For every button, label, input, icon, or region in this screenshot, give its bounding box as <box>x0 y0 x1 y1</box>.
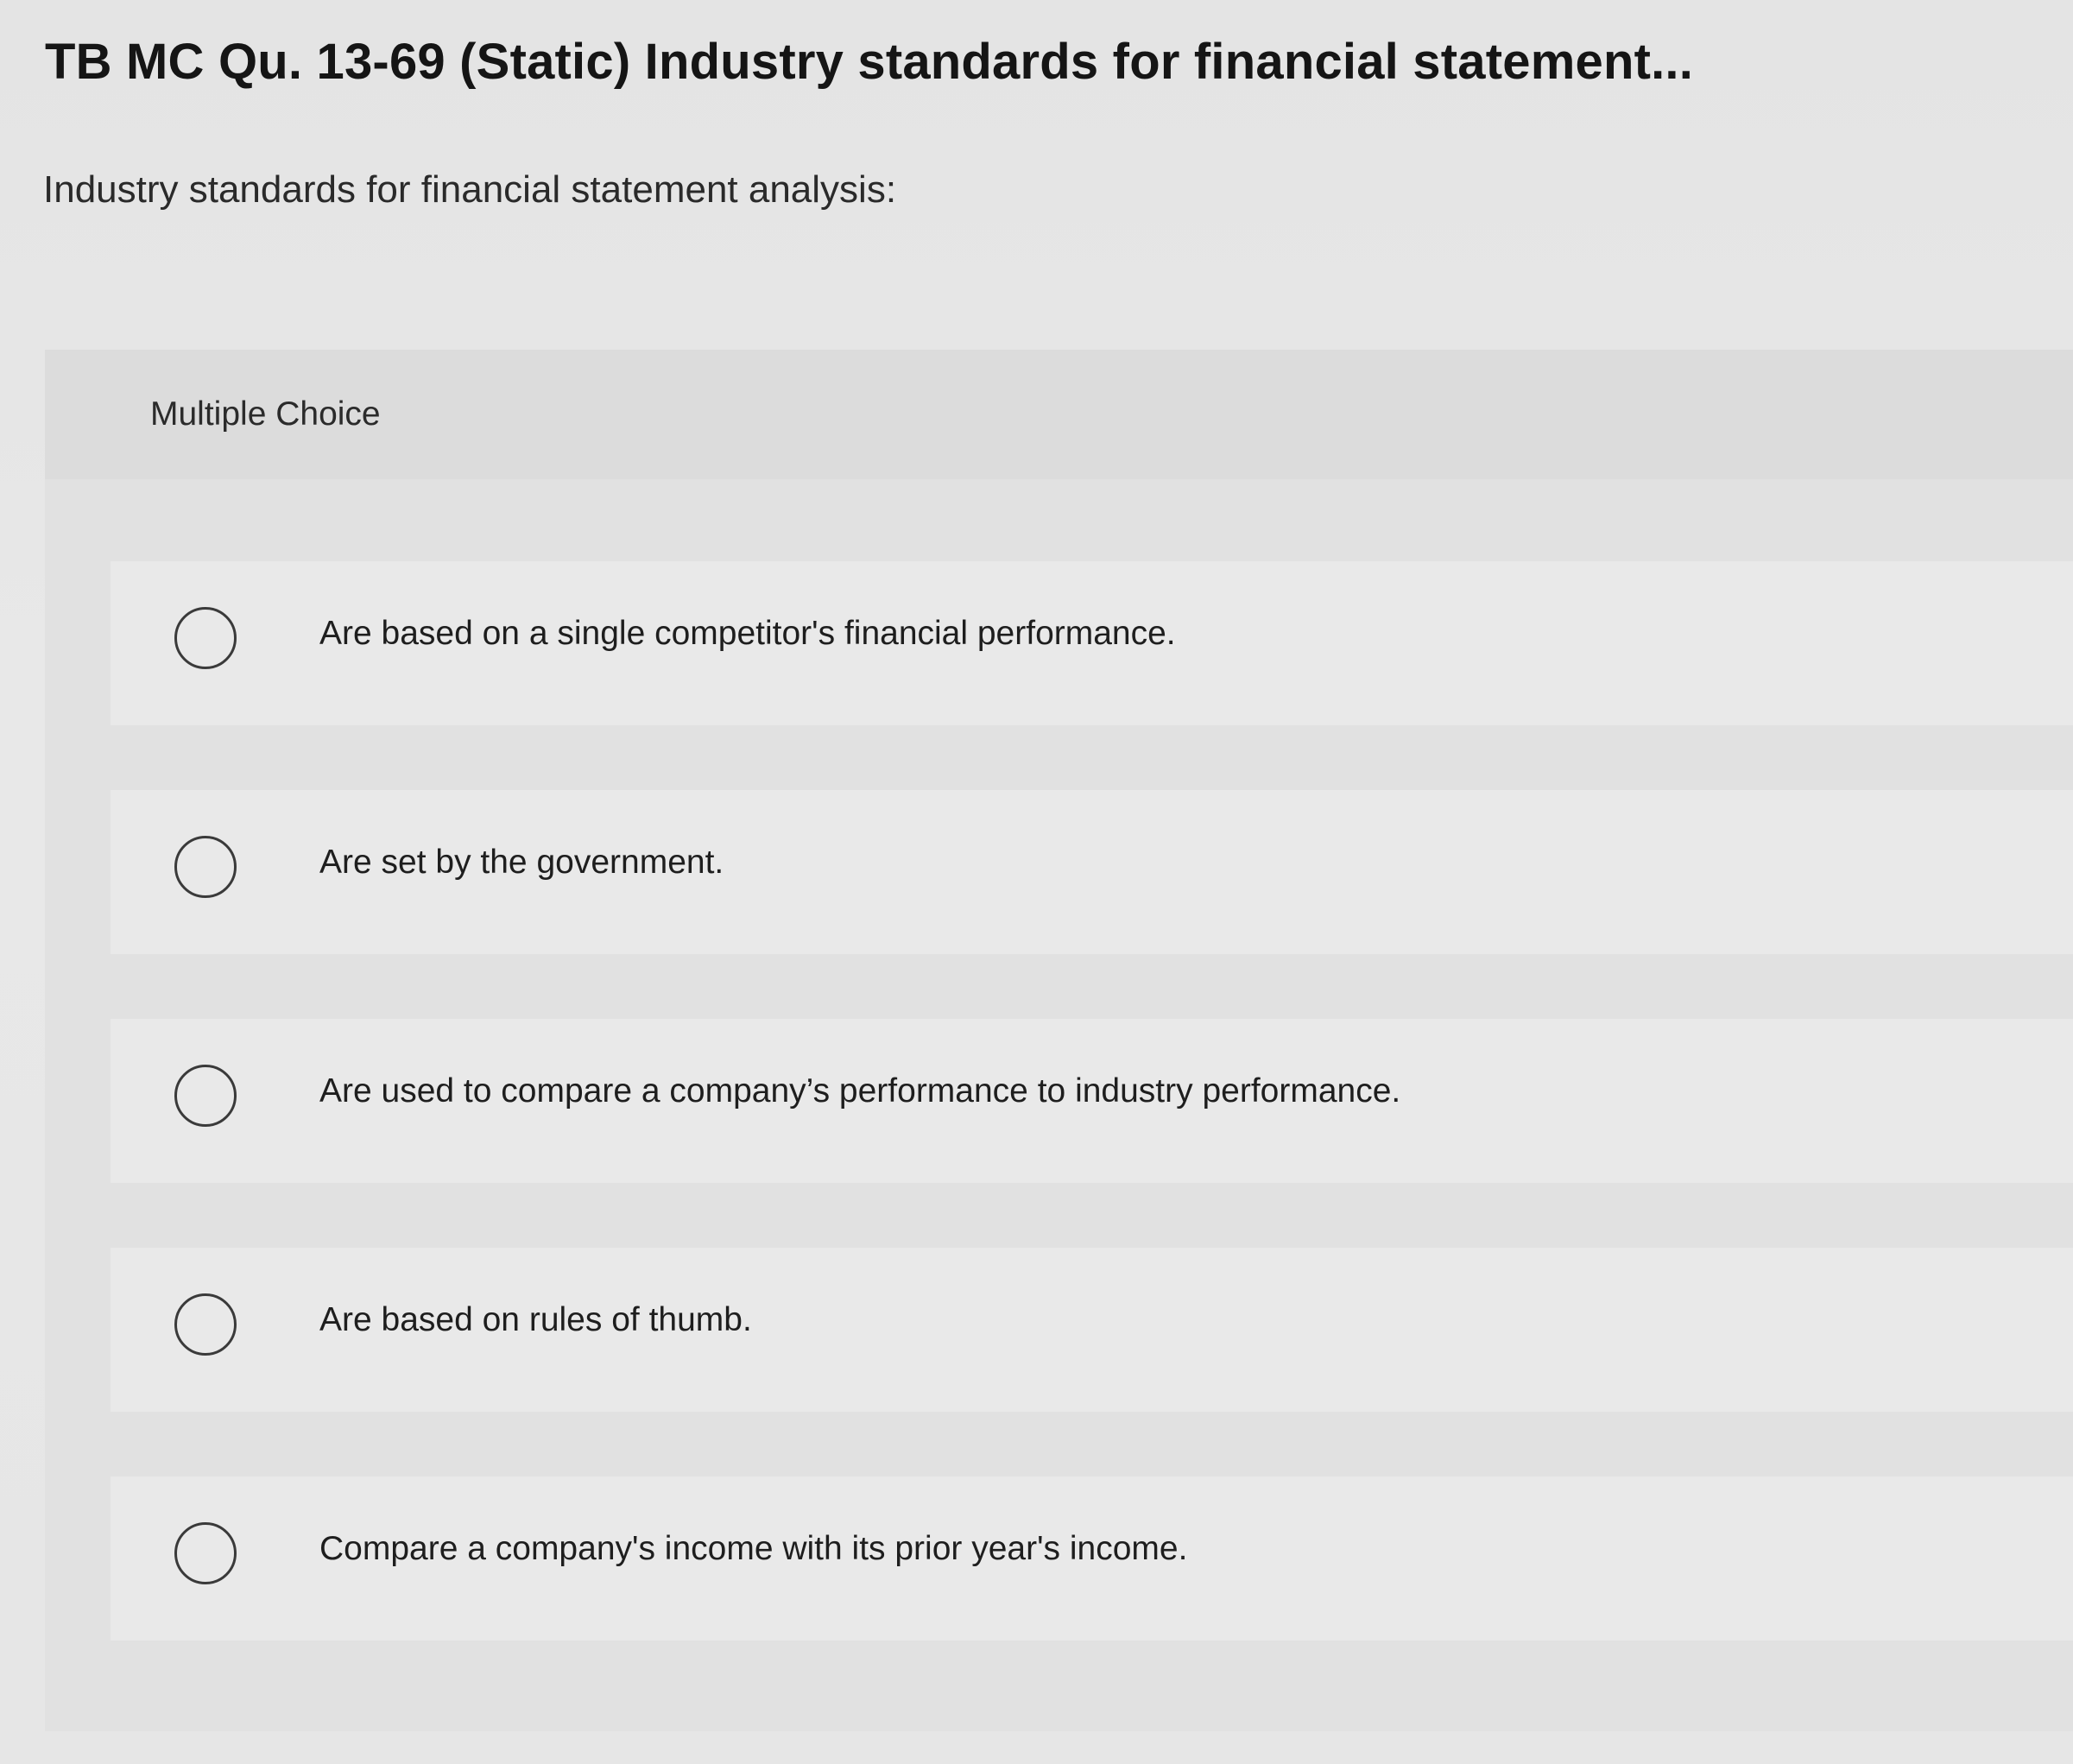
radio-button-icon[interactable] <box>174 836 237 898</box>
question-page: TB MC Qu. 13-69 (Static) Industry standa… <box>0 0 2073 1764</box>
answer-option-3[interactable]: Are used to compare a company’s performa… <box>111 1019 2073 1183</box>
answer-option-label: Are based on a single competitor's finan… <box>319 615 1176 652</box>
radio-button-icon[interactable] <box>174 1293 237 1356</box>
radio-button-icon[interactable] <box>174 607 237 669</box>
multiple-choice-label: Multiple Choice <box>150 395 381 433</box>
answer-option-4[interactable]: Are based on rules of thumb. <box>111 1248 2073 1412</box>
answer-option-label: Are used to compare a company’s performa… <box>319 1072 1401 1110</box>
answer-option-label: Are set by the government. <box>319 844 724 881</box>
question-title: TB MC Qu. 13-69 (Static) Industry standa… <box>45 34 1694 90</box>
answer-options: Are based on a single competitor's finan… <box>111 561 2073 1705</box>
answer-option-2[interactable]: Are set by the government. <box>111 790 2073 954</box>
multiple-choice-header: Multiple Choice <box>45 350 2073 479</box>
radio-button-icon[interactable] <box>174 1522 237 1584</box>
multiple-choice-panel: Multiple Choice Are based on a single co… <box>45 350 2073 1731</box>
question-prompt: Industry standards for financial stateme… <box>43 168 897 211</box>
answer-option-5[interactable]: Compare a company's income with its prio… <box>111 1476 2073 1641</box>
answer-option-label: Are based on rules of thumb. <box>319 1301 752 1338</box>
answer-option-1[interactable]: Are based on a single competitor's finan… <box>111 561 2073 725</box>
radio-button-icon[interactable] <box>174 1065 237 1127</box>
answer-option-label: Compare a company's income with its prio… <box>319 1530 1188 1567</box>
